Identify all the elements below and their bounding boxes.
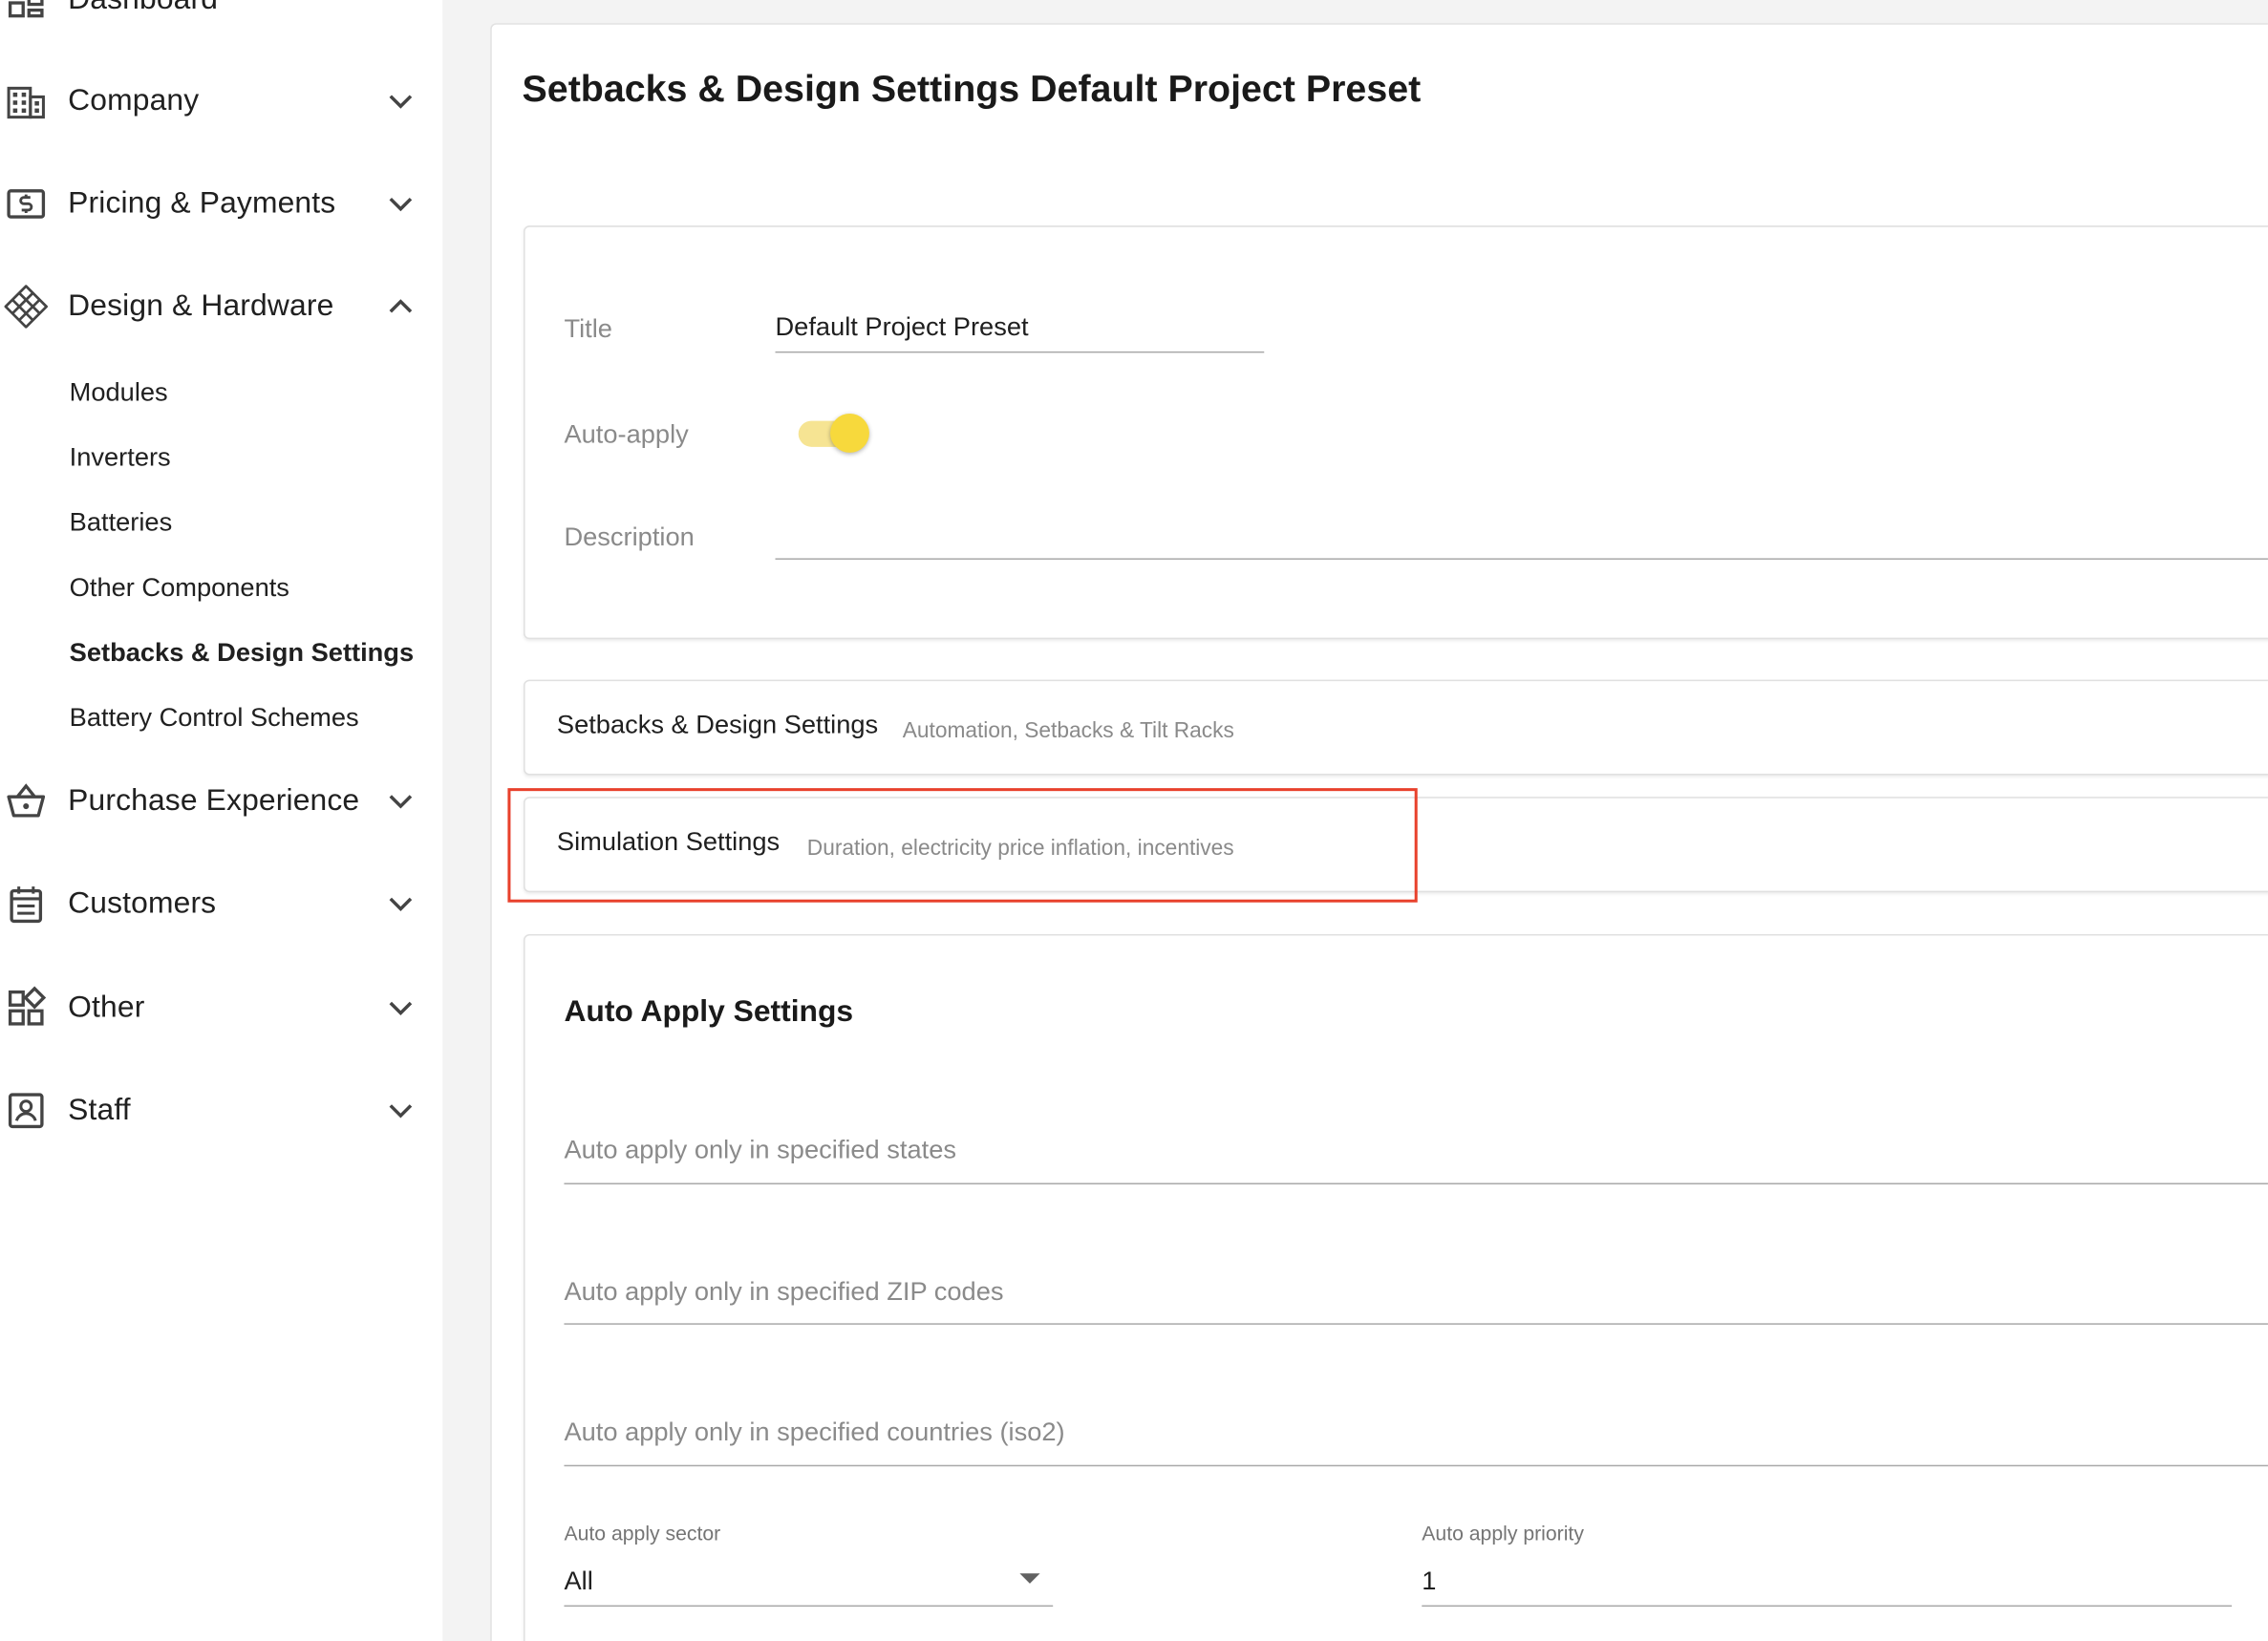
- page-title: Setbacks & Design Settings Default Proje…: [522, 66, 1422, 111]
- chevron-down-icon: [385, 188, 417, 220]
- sidebar-item-label: Design & Hardware: [68, 288, 334, 323]
- countries-input[interactable]: Auto apply only in specified countries (…: [564, 1417, 1064, 1448]
- title-label: Title: [564, 313, 612, 343]
- toggle-knob: [830, 414, 869, 453]
- sidebar-item-staff[interactable]: Staff: [0, 1076, 442, 1145]
- sidebar-subitem-inverters[interactable]: Inverters: [70, 442, 171, 473]
- chevron-down-icon: [385, 992, 417, 1024]
- sidebar-item-label: Company: [68, 83, 200, 117]
- zip-codes-input-underline: [564, 1323, 2268, 1325]
- states-input[interactable]: Auto apply only in specified states: [564, 1135, 956, 1165]
- general-form-panel: [524, 225, 2268, 640]
- chevron-down-icon: [385, 785, 417, 817]
- sidebar-item-pricing-payments[interactable]: Pricing & Payments: [0, 169, 442, 239]
- title-input-underline: [775, 351, 1265, 353]
- top-strip: [442, 0, 2268, 24]
- accordion-subtitle: Automation, Setbacks & Tilt Racks: [902, 718, 1234, 744]
- sidebar-item-label: Other: [68, 991, 145, 1024]
- highlight-box: [507, 788, 1418, 903]
- page: Dashboard Company Pricing & Payments: [0, 0, 2268, 1641]
- sidebar-subitem-other-components[interactable]: Other Components: [70, 573, 289, 604]
- caret-down-icon: [1019, 1573, 1040, 1584]
- accordion-title: Setbacks & Design Settings: [556, 710, 879, 739]
- priority-input-underline: [1422, 1605, 2233, 1608]
- title-input[interactable]: Default Project Preset: [776, 312, 1265, 347]
- sidebar-item-label: Customers: [68, 886, 217, 920]
- sidebar-item-company[interactable]: Company: [0, 67, 442, 137]
- auto-apply-toggle[interactable]: [798, 414, 871, 454]
- sidebar-item-label: Pricing & Payments: [68, 186, 336, 221]
- priority-label: Auto apply priority: [1422, 1521, 1584, 1545]
- states-input-underline: [564, 1183, 2268, 1184]
- sidebar-subitem-batteries[interactable]: Batteries: [70, 507, 173, 538]
- auto-apply-settings-heading: Auto Apply Settings: [564, 994, 854, 1029]
- dollar-bill-icon: [5, 182, 48, 225]
- dashboard-icon: [5, 0, 48, 22]
- chevron-up-icon: [385, 290, 417, 322]
- priority-input[interactable]: 1: [1422, 1566, 2232, 1601]
- sidebar-item-label: Purchase Experience: [68, 783, 360, 818]
- basket-icon: [5, 779, 48, 822]
- countries-input-underline: [564, 1464, 2268, 1467]
- description-input-underline: [775, 558, 2268, 560]
- zip-codes-input[interactable]: Auto apply only in specified ZIP codes: [564, 1277, 1003, 1308]
- person-badge-icon: [5, 1089, 48, 1132]
- sidebar-item-label: Staff: [68, 1093, 131, 1127]
- sector-select-underline: [564, 1605, 1054, 1608]
- sidebar-item-other[interactable]: Other: [0, 973, 442, 1043]
- sidebar: Dashboard Company Pricing & Payments: [0, 0, 443, 1641]
- sidebar-subitem-battery-control-schemes[interactable]: Battery Control Schemes: [70, 703, 359, 734]
- description-input[interactable]: [776, 518, 2268, 555]
- sidebar-item-label: Dashboard: [68, 0, 218, 17]
- sector-label: Auto apply sector: [564, 1521, 721, 1545]
- building-icon: [5, 79, 48, 122]
- chevron-down-icon: [385, 85, 417, 117]
- sidebar-subitem-setbacks-design-settings[interactable]: Setbacks & Design Settings: [70, 638, 414, 669]
- sidebar-item-design-hardware[interactable]: Design & Hardware: [0, 272, 442, 342]
- calendar-list-icon: [5, 883, 48, 926]
- sidebar-item-purchase-experience[interactable]: Purchase Experience: [0, 766, 442, 836]
- widgets-icon: [5, 986, 48, 1030]
- description-label: Description: [564, 522, 695, 551]
- sidebar-item-customers[interactable]: Customers: [0, 869, 442, 939]
- chevron-down-icon: [385, 888, 417, 920]
- sidebar-item-dashboard[interactable]: Dashboard: [0, 0, 442, 34]
- chevron-down-icon: [385, 1095, 417, 1126]
- sidebar-subitem-modules[interactable]: Modules: [70, 377, 168, 408]
- sector-select[interactable]: All: [564, 1566, 1053, 1601]
- auto-apply-label: Auto-apply: [564, 419, 689, 449]
- solar-panel-icon: [4, 285, 48, 329]
